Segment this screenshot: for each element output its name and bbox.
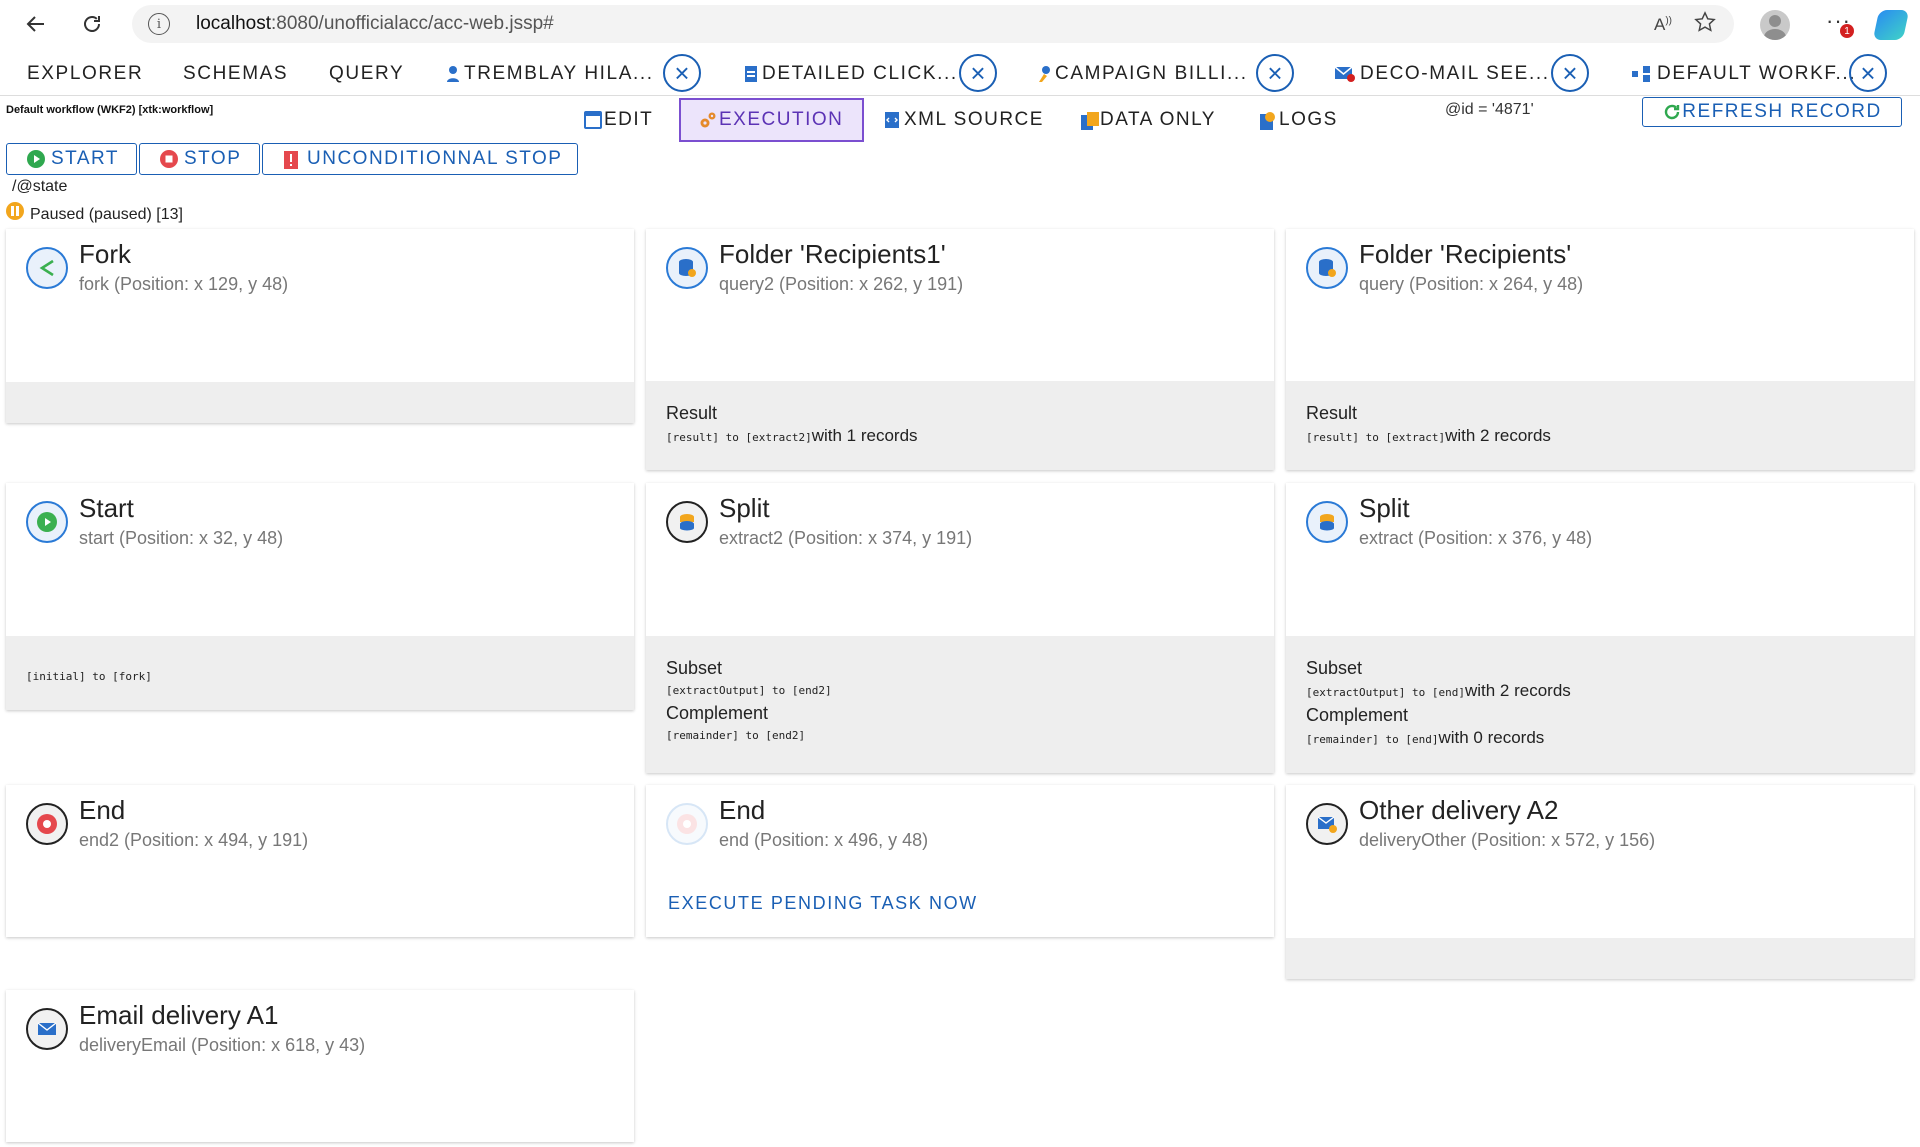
tab-logs[interactable]: LOGS [1259,98,1338,142]
close-tab-detailed-click-icon[interactable]: × [959,54,997,92]
stop-button[interactable]: STOP [139,143,260,175]
tab-query[interactable]: QUERY [329,52,404,96]
activity-card-start[interactable]: Start start (Position: x 32, y 48) [init… [6,483,634,710]
stop-icon [160,150,178,168]
activity-card-fork[interactable]: Fork fork (Position: x 129, y 48) [6,229,634,423]
close-tab-campaign-billing-icon[interactable]: × [1256,54,1294,92]
profile-avatar-icon[interactable] [1760,10,1790,40]
refresh-record-button[interactable]: REFRESH RECORD [1642,97,1902,127]
notification-badge: 1 [1840,24,1854,38]
activity-card-delivery-other[interactable]: Other delivery A2 deliveryOther (Positio… [1286,785,1914,979]
favorite-star-icon[interactable] [1694,11,1716,38]
tab-edit[interactable]: EDIT [584,98,653,142]
workflow-icon [1631,65,1653,83]
xml-file-icon [884,111,902,129]
tab-detailed-click[interactable]: DETAILED CLICK... [744,52,958,96]
activity-card-query[interactable]: Folder 'Recipients' query (Position: x 2… [1286,229,1914,470]
start-button[interactable]: START [6,143,137,175]
activity-card-delivery-email[interactable]: Email delivery A1 deliveryEmail (Positio… [6,990,634,1142]
read-aloud-icon[interactable]: A)) [1654,15,1672,35]
email-icon [26,1008,68,1050]
workflow-status: Paused (paused) [13] [30,206,183,223]
start-icon [26,501,68,543]
split-icon [1306,501,1348,543]
tab-explorer[interactable]: EXPLORER [27,52,143,96]
record-id: @id = '4871' [1445,101,1534,118]
gears-icon [699,111,717,129]
card-footer: [initial] to [fork] [6,636,634,710]
split-icon [666,501,708,543]
reload-icon[interactable] [74,6,110,42]
edit-window-icon [584,111,602,129]
mail-error-icon [1334,65,1356,83]
play-icon [27,150,45,168]
back-arrow-icon[interactable] [18,6,54,42]
state-path: /@state [12,178,68,195]
data-files-icon [1080,111,1099,130]
tab-data-only[interactable]: DATA ONLY [1080,98,1216,142]
url-text: localhost:8080/unofficialacc/acc-web.jss… [196,13,554,34]
close-tab-deco-mail-icon[interactable]: × [1551,54,1589,92]
activity-card-end2[interactable]: End end2 (Position: x 494, y 191) [6,785,634,937]
refresh-icon [1665,104,1680,120]
logs-icon [1259,111,1277,130]
paused-icon [6,202,24,220]
activity-card-end[interactable]: End end (Position: x 496, y 48) EXECUTE … [646,785,1274,937]
card-footer: Subset [extractOutput] to [end]with 2 re… [1286,636,1914,773]
tab-tremblay[interactable]: TREMBLAY HILA... [446,52,654,96]
activity-card-query2[interactable]: Folder 'Recipients1' query2 (Position: x… [646,229,1274,470]
tab-execution[interactable]: EXECUTION [679,98,864,142]
tab-xml-source[interactable]: XML SOURCE [884,98,1044,142]
card-footer [1286,938,1914,979]
copilot-icon[interactable] [1872,10,1910,40]
card-footer: Result [result] to [extract]with 2 recor… [1286,381,1914,470]
person-icon [446,65,460,83]
site-info-icon[interactable]: i [148,13,170,35]
stop-document-icon [283,150,301,169]
tab-deco-mail[interactable]: DECO-MAIL SEE... [1334,52,1550,96]
tab-schemas[interactable]: SCHEMAS [183,52,288,96]
activity-card-extract2[interactable]: Split extract2 (Position: x 374, y 191) … [646,483,1274,773]
campaign-icon [1037,65,1051,83]
record-title: Default workflow (WKF2) [xtk:workflow] [6,104,214,116]
unconditional-stop-button[interactable]: UNCONDITIONNAL STOP [262,143,578,175]
end-icon [26,803,68,845]
delivery-icon [1306,803,1348,845]
tab-campaign-billing[interactable]: CAMPAIGN BILLI... [1037,52,1248,96]
card-footer [6,382,634,423]
main-tab-bar: EXPLORER SCHEMAS QUERY TREMBLAY HILA... … [0,52,1920,96]
query-icon [666,247,708,289]
document-icon [744,65,758,83]
card-footer: Subset [extractOutput] to [end2] Complem… [646,636,1274,773]
activity-card-extract[interactable]: Split extract (Position: x 376, y 48) Su… [1286,483,1914,773]
query-icon [1306,247,1348,289]
card-footer: Result [result] to [extract2]with 1 reco… [646,381,1274,470]
end-icon [666,803,708,845]
browser-toolbar: i localhost:8080/unofficialacc/acc-web.j… [0,0,1920,48]
fork-icon [26,247,68,289]
tab-default-workflow[interactable]: DEFAULT WORKF... [1631,52,1856,96]
close-tab-default-workflow-icon[interactable]: × [1849,54,1887,92]
address-bar[interactable]: i localhost:8080/unofficialacc/acc-web.j… [132,5,1734,43]
execute-pending-task-button[interactable]: EXECUTE PENDING TASK NOW [668,893,978,914]
close-tab-tremblay-icon[interactable]: × [663,54,701,92]
